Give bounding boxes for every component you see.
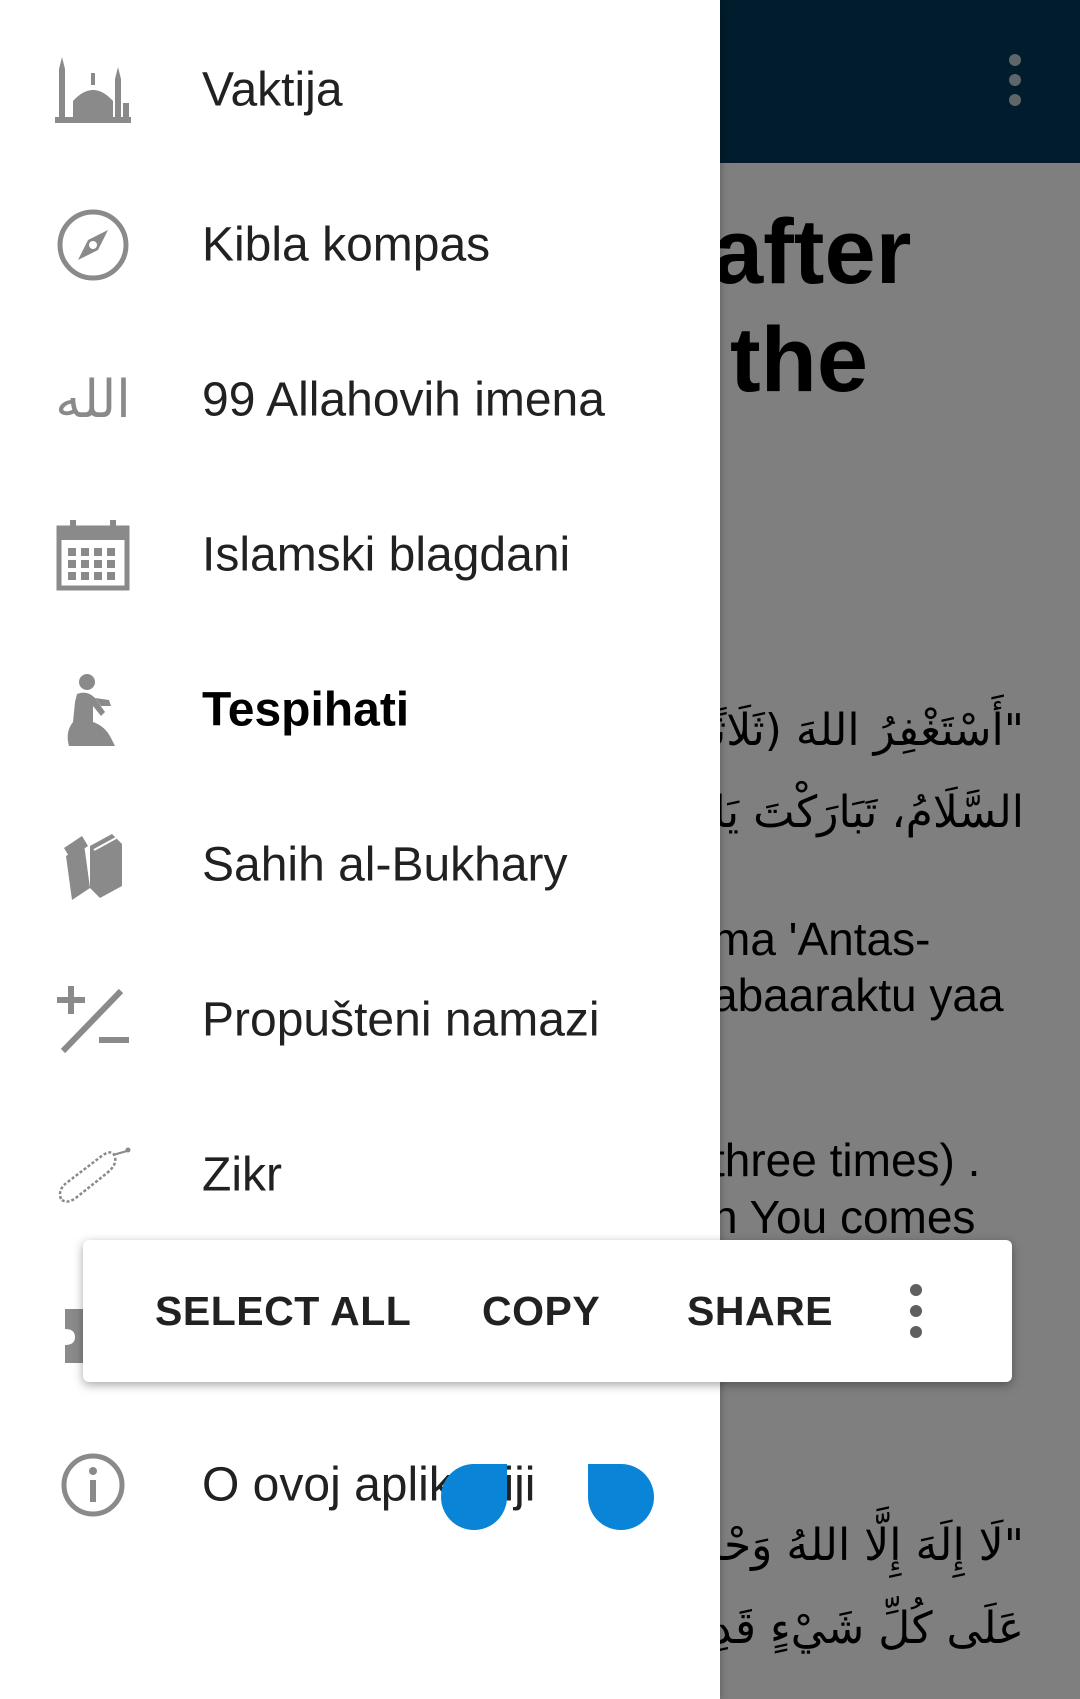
nav-item-sahih-al-bukhary[interactable]: Sahih al-Bukhary: [0, 787, 720, 942]
nav-item-label: Vaktija: [202, 63, 343, 116]
text-selection-toolbar: SELECT ALL COPY SHARE: [83, 1240, 1012, 1382]
praying-person-icon: [52, 672, 134, 748]
nav-item-tespihati[interactable]: Tespihati: [0, 632, 720, 787]
nav-item-propusteni-namazi[interactable]: Propušteni namazi: [0, 942, 720, 1097]
nav-item-zikr[interactable]: Zikr: [0, 1097, 720, 1252]
copy-button[interactable]: COPY: [482, 1240, 600, 1382]
compass-icon: [52, 207, 134, 283]
share-button[interactable]: SHARE: [687, 1240, 833, 1382]
nav-item-label: 99 Allahovih imena: [202, 373, 605, 426]
selection-start-handle[interactable]: [441, 1464, 507, 1530]
prayer-beads-icon: [52, 1137, 134, 1213]
plus-minus-icon: [52, 982, 134, 1058]
nav-item-vaktija[interactable]: Vaktija: [0, 12, 720, 167]
nav-item-label: Kibla kompas: [202, 218, 491, 271]
nav-item-islamski-blagdani[interactable]: Islamski blagdani: [0, 477, 720, 632]
info-icon: [52, 1447, 134, 1523]
selection-end-handle[interactable]: [588, 1464, 654, 1530]
nav-item-label: Propušteni namazi: [202, 993, 600, 1046]
select-all-button[interactable]: SELECT ALL: [155, 1240, 411, 1382]
calendar-icon: [52, 517, 134, 593]
nav-item-label: Tespihati: [202, 683, 410, 736]
nav-item-kibla-kompas[interactable]: Kibla kompas: [0, 167, 720, 322]
nav-item-99-imena[interactable]: الله 99 Allahovih imena: [0, 322, 720, 477]
more-vert-icon[interactable]: [901, 1284, 931, 1338]
books-icon: [52, 827, 134, 903]
navigation-drawer: Vaktija Kibla kompas الله 99 Allahovih i…: [0, 0, 720, 1699]
nav-item-label: Zikr: [202, 1148, 282, 1201]
allah-calligraphy-icon: الله: [55, 370, 131, 430]
mosque-icon: [52, 52, 134, 128]
nav-item-label: Sahih al-Bukhary: [202, 838, 568, 891]
nav-item-label: Islamski blagdani: [202, 528, 571, 581]
